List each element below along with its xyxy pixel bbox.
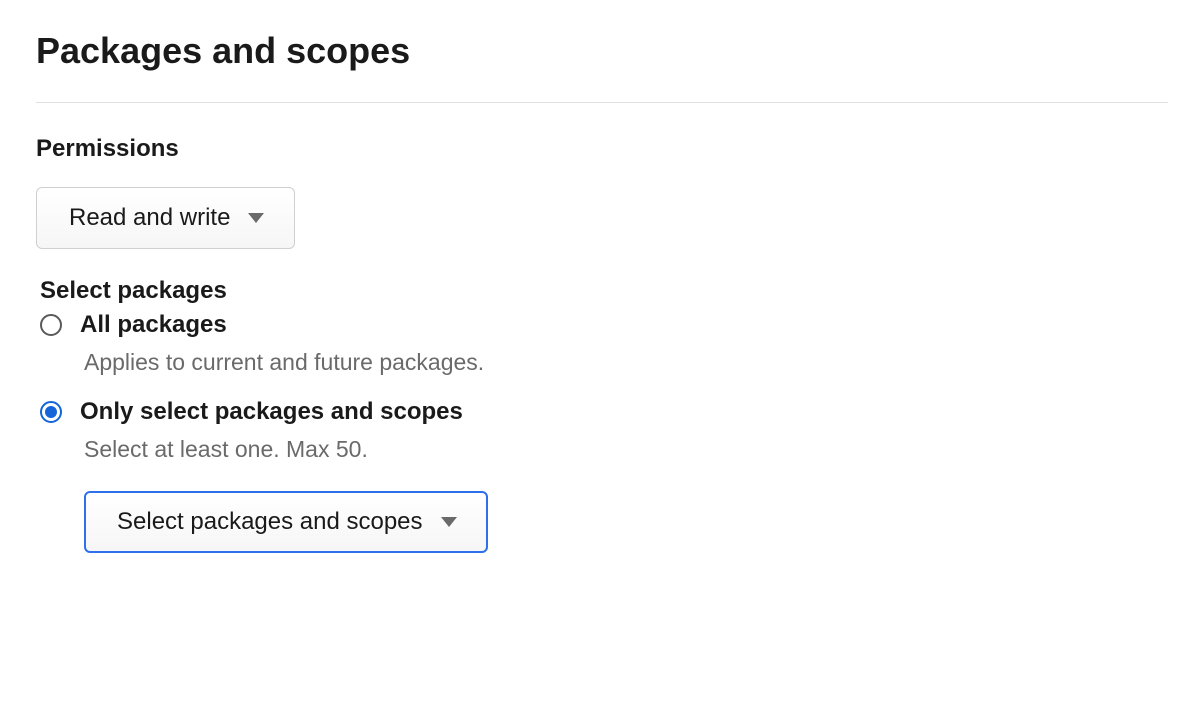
select-packages-dropdown-value: Select packages and scopes bbox=[117, 508, 423, 536]
chevron-down-icon bbox=[441, 517, 457, 527]
select-packages-label: Select packages bbox=[40, 277, 1168, 305]
radio-only-select-hint: Select at least one. Max 50. bbox=[84, 436, 1168, 463]
radio-all-packages-hint: Applies to current and future packages. bbox=[84, 349, 1168, 376]
permissions-dropdown[interactable]: Read and write bbox=[36, 187, 295, 249]
radio-all-packages-label[interactable]: All packages bbox=[80, 311, 227, 339]
permissions-label: Permissions bbox=[36, 135, 1168, 163]
divider bbox=[36, 102, 1168, 103]
page-title: Packages and scopes bbox=[36, 30, 1168, 72]
radio-all-packages[interactable] bbox=[40, 314, 62, 336]
permissions-dropdown-value: Read and write bbox=[69, 204, 230, 232]
radio-only-select[interactable] bbox=[40, 401, 62, 423]
select-packages-dropdown[interactable]: Select packages and scopes bbox=[84, 491, 488, 553]
radio-only-select-label[interactable]: Only select packages and scopes bbox=[80, 398, 463, 426]
radio-option-all-packages: All packages Applies to current and futu… bbox=[40, 311, 1168, 376]
radio-option-only-select: Only select packages and scopes Select a… bbox=[40, 398, 1168, 581]
select-packages-radio-group: All packages Applies to current and futu… bbox=[40, 311, 1168, 581]
chevron-down-icon bbox=[248, 213, 264, 223]
